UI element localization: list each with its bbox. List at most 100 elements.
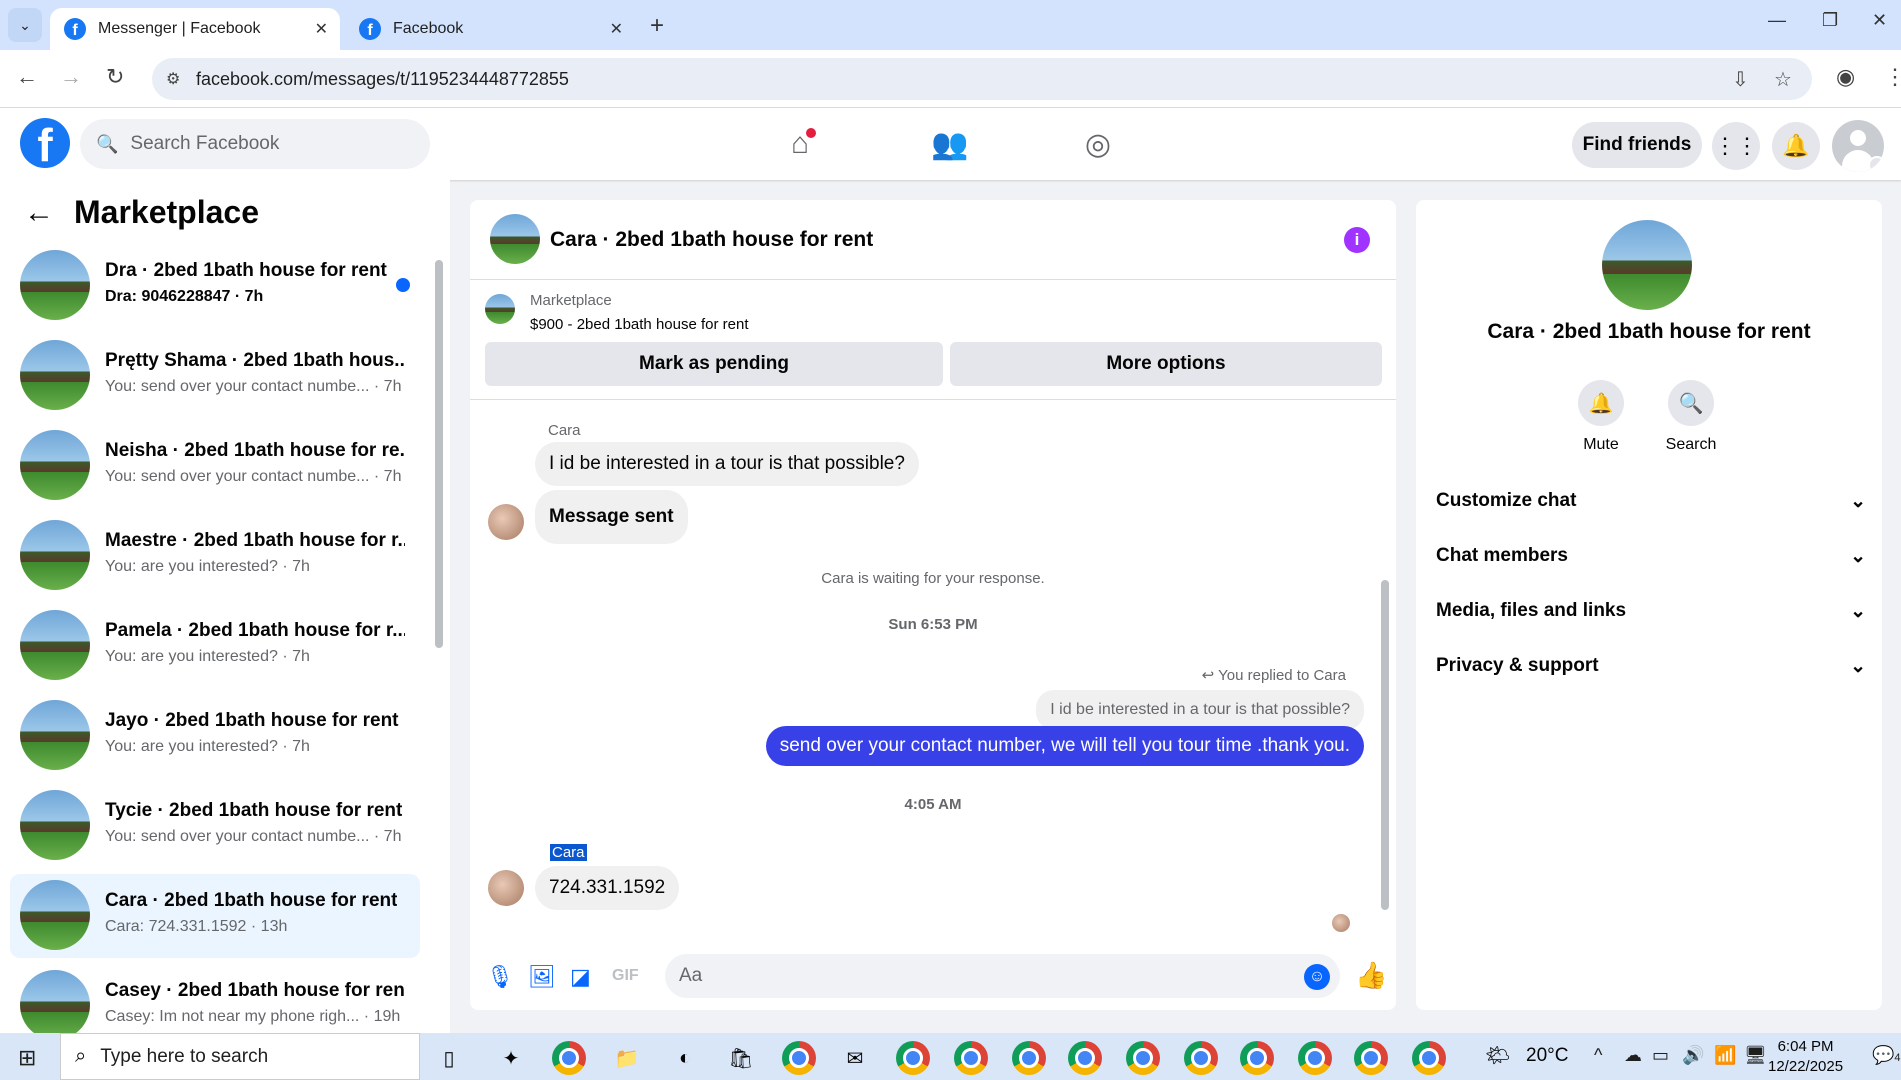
chrome-profile-icon[interactable] (1068, 1041, 1102, 1075)
chrome-icon[interactable] (782, 1041, 816, 1075)
chat-listing-thumbnail[interactable] (490, 214, 540, 264)
conversation-item[interactable]: Maestre · 2bed 1bath house for r... You:… (10, 514, 420, 598)
bookmark-star-icon[interactable]: ☆ (1774, 67, 1792, 92)
notifications-bell-icon[interactable]: 🔔 (1772, 122, 1820, 170)
back-arrow-icon[interactable]: ← (24, 196, 54, 230)
chrome-profile-icon[interactable] (1412, 1041, 1446, 1075)
info-icon[interactable]: i (1344, 227, 1370, 253)
new-tab-button[interactable]: + (650, 12, 664, 40)
search-icon[interactable]: 🔍 (1668, 380, 1714, 426)
outlook-icon[interactable]: ✉ (838, 1041, 872, 1075)
conversation-item[interactable]: Jayo · 2bed 1bath house for rent You: ar… (10, 694, 420, 778)
emoji-icon[interactable]: ☺ (1304, 964, 1330, 990)
thumbs-up-icon[interactable]: 👍 (1355, 960, 1387, 991)
browser-menu-icon[interactable]: ⋮ (1884, 64, 1901, 90)
scrollbar-thumb[interactable] (435, 260, 443, 648)
close-tab-icon[interactable]: ✕ (610, 19, 623, 39)
install-app-icon[interactable]: ⇩ (1732, 67, 1749, 92)
profile-icon[interactable]: ◉ (1836, 64, 1855, 90)
mute-action[interactable]: 🔔 Mute (1556, 380, 1646, 454)
tab-search-dropdown-icon[interactable]: ⌄ (8, 8, 42, 42)
facebook-logo-icon[interactable]: f (20, 118, 70, 168)
minimize-icon[interactable]: — (1768, 10, 1786, 31)
chrome-profile-icon[interactable] (1184, 1041, 1218, 1075)
file-explorer-icon[interactable]: 📁 (610, 1041, 644, 1075)
friends-icon[interactable]: 👥 (920, 122, 980, 166)
back-icon[interactable]: ← (16, 64, 38, 90)
home-icon[interactable]: ⌂ (770, 122, 830, 166)
chrome-profile-icon[interactable] (896, 1041, 930, 1075)
section-customize-chat[interactable]: Customize chat ⌄ (1436, 481, 1866, 521)
section-privacy-support[interactable]: Privacy & support ⌄ (1436, 646, 1866, 686)
account-avatar[interactable]: ⌄ (1832, 120, 1884, 172)
search-input[interactable] (130, 133, 411, 155)
gif-icon[interactable]: GIF (612, 967, 639, 985)
groups-icon[interactable]: ◎ (1068, 122, 1128, 166)
chrome-profile-icon[interactable] (1012, 1041, 1046, 1075)
conversation-item[interactable]: Casey · 2bed 1bath house for rent Casey:… (10, 964, 420, 1033)
conversation-item[interactable]: Tycie · 2bed 1bath house for rent You: s… (10, 784, 420, 868)
omnibox[interactable]: ⚙ facebook.com/messages/t/11952344487728… (152, 58, 1812, 100)
tray-chevron-icon[interactable]: ^ (1594, 1045, 1602, 1066)
volume-icon[interactable]: 🔊 (1682, 1045, 1704, 1066)
section-media-files-links[interactable]: Media, files and links ⌄ (1436, 591, 1866, 631)
scrollbar-thumb[interactable] (1381, 580, 1389, 910)
onedrive-icon[interactable]: ☁ (1624, 1045, 1642, 1066)
mark-as-pending-button[interactable]: Mark as pending (485, 342, 943, 386)
more-options-button[interactable]: More options (950, 342, 1382, 386)
display-icon[interactable]: 🖥 (1744, 1045, 1767, 1066)
store-icon[interactable]: 🛍 (724, 1041, 758, 1075)
chrome-profile-icon[interactable] (954, 1041, 988, 1075)
sender-avatar[interactable] (488, 870, 524, 906)
chrome-profile-icon[interactable] (1240, 1041, 1274, 1075)
incoming-message[interactable]: 724.331.1592 (535, 866, 680, 910)
weather-icon[interactable]: 🌤 (1485, 1043, 1510, 1068)
sender-avatar[interactable] (488, 504, 524, 540)
system-clock[interactable]: 6:04 PM 12/22/2025 (1768, 1037, 1843, 1077)
photo-icon[interactable]: 🖼 (528, 964, 556, 990)
windows-start-icon[interactable]: ⊞ (18, 1045, 36, 1071)
close-tab-icon[interactable]: ✕ (315, 19, 328, 39)
taskbar-search[interactable]: ⌕ (60, 1033, 420, 1080)
find-friends-button[interactable]: Find friends (1572, 122, 1702, 168)
chrome-profile-icon[interactable] (1298, 1041, 1332, 1075)
chrome-icon[interactable] (552, 1041, 586, 1075)
message-input[interactable] (679, 965, 1239, 987)
copilot-icon[interactable]: ✦ (494, 1041, 528, 1075)
wifi-icon[interactable]: 📶 (1714, 1045, 1736, 1066)
taskbar-search-input[interactable] (100, 1045, 321, 1068)
task-view-icon[interactable]: ▯ (432, 1041, 466, 1075)
listing-thumbnail-small[interactable] (485, 294, 515, 324)
microphone-icon[interactable]: 🎙 (486, 964, 514, 990)
listing-price-title[interactable]: $900 - 2bed 1bath house for rent (530, 316, 749, 333)
conversation-item[interactable]: Dra · 2bed 1bath house for rent Dra: 904… (10, 244, 420, 328)
conversation-item-selected[interactable]: Cara · 2bed 1bath house for rent Cara: 7… (10, 874, 420, 958)
conversation-item[interactable]: Neisha · 2bed 1bath house for re... You:… (10, 424, 420, 508)
search-action[interactable]: 🔍 Search (1646, 380, 1736, 454)
chat-title[interactable]: Cara · 2bed 1bath house for rent (550, 228, 873, 252)
battery-icon[interactable]: ▭ (1652, 1045, 1669, 1066)
details-listing-image[interactable] (1602, 220, 1692, 310)
message-input-wrapper[interactable]: ☺ (665, 954, 1340, 998)
site-settings-icon[interactable]: ⚙ (166, 69, 180, 89)
notification-center-icon[interactable]: 💬4 (1872, 1045, 1901, 1066)
tab-messenger[interactable]: f Messenger | Facebook ✕ (50, 8, 340, 50)
chat-scrollbar[interactable] (1379, 400, 1391, 930)
chrome-profile-icon[interactable] (1354, 1041, 1388, 1075)
outgoing-message[interactable]: send over your contact number, we will t… (765, 726, 1364, 766)
tab-facebook[interactable]: f Facebook ✕ (345, 8, 635, 50)
temperature[interactable]: 20°C (1526, 1045, 1568, 1067)
reload-icon[interactable]: ↻ (106, 64, 124, 90)
close-window-icon[interactable]: ✕ (1872, 10, 1887, 31)
incoming-message[interactable]: Message sent (535, 490, 688, 544)
incoming-message[interactable]: I id be interested in a tour is that pos… (535, 442, 919, 486)
conversation-item[interactable]: Pamela · 2bed 1bath house for r... You: … (10, 604, 420, 688)
maximize-icon[interactable]: ❐ (1822, 10, 1838, 31)
bell-icon[interactable]: 🔔 (1578, 380, 1624, 426)
sticker-icon[interactable]: ◪ (570, 964, 591, 990)
reply-quote[interactable]: I id be interested in a tour is that pos… (1036, 690, 1364, 730)
forward-icon[interactable]: → (60, 64, 82, 90)
chrome-profile-icon[interactable] (1126, 1041, 1160, 1075)
sidebar-scrollbar[interactable] (433, 240, 443, 1020)
conversation-item[interactable]: Prętty Shama · 2bed 1bath hous... You: s… (10, 334, 420, 418)
